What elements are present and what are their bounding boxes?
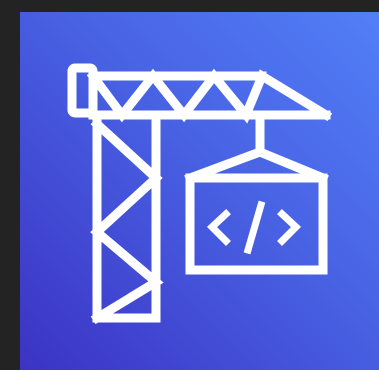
crane-jib <box>86 68 333 124</box>
crane-tower <box>90 110 164 325</box>
developer-tools-crane-icon <box>67 63 333 325</box>
icon-tile <box>20 12 379 370</box>
code-symbol-icon <box>206 200 302 255</box>
